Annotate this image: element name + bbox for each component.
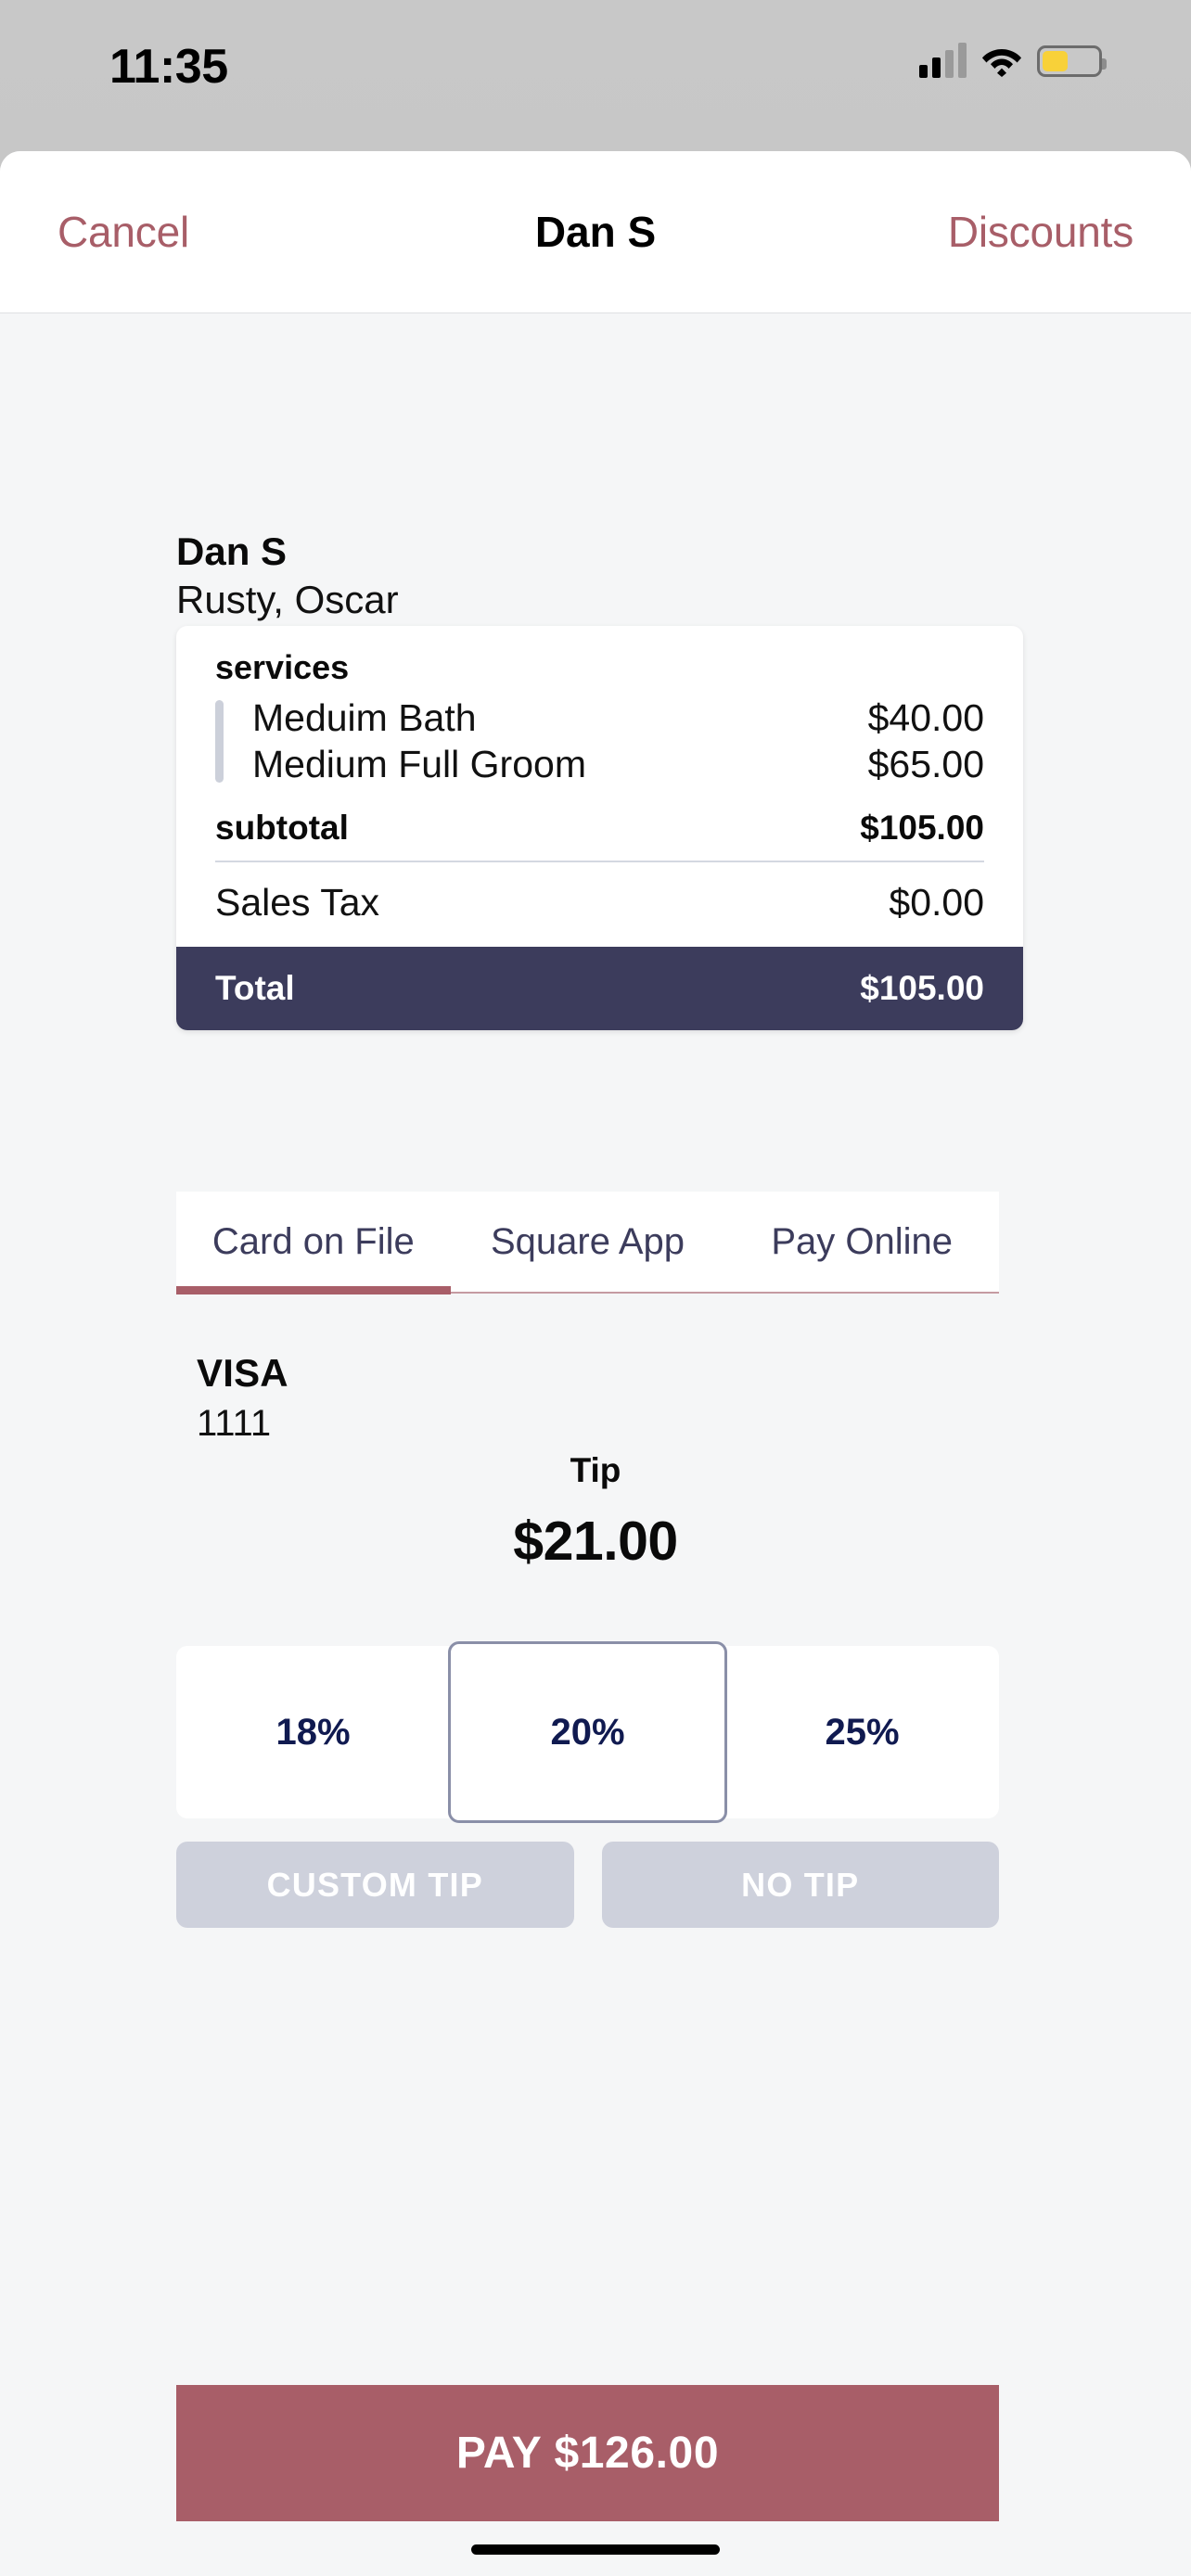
receipt-body: services Meduim Bath $40.00 Medium Full … (176, 626, 1023, 947)
service-name: Meduim Bath (252, 696, 477, 739)
tip-option-18[interactable]: 18% (176, 1646, 450, 1818)
tab-card-on-file[interactable]: Card on File (176, 1191, 451, 1294)
customer-pets: Rusty, Oscar (176, 578, 399, 621)
sales-tax-value: $0.00 (889, 880, 984, 924)
service-row: Meduim Bath $40.00 (252, 695, 984, 741)
phone-screen: 11:35 Cancel Dan S Discounts Dan S Rusty… (0, 0, 1191, 2576)
cellular-signal-icon (919, 43, 967, 78)
battery-low-power-icon (1037, 45, 1107, 77)
tip-percent-options: 18% 20% 25% (176, 1641, 999, 1823)
tip-option-25[interactable]: 25% (725, 1646, 999, 1818)
discounts-button[interactable]: Discounts (948, 207, 1133, 257)
service-price: $65.00 (867, 743, 984, 786)
tip-amount: $21.00 (513, 1511, 678, 1572)
subtotal-row: subtotal $105.00 (215, 794, 984, 862)
status-bar: 11:35 (0, 0, 1191, 148)
home-indicator[interactable] (471, 2544, 720, 2555)
subtotal-value: $105.00 (860, 808, 984, 847)
service-list: Meduim Bath $40.00 Medium Full Groom $65… (215, 695, 984, 788)
total-label: Total (215, 968, 295, 1007)
pay-button[interactable]: PAY $126.00 (176, 2385, 999, 2521)
subtotal-label: subtotal (215, 808, 349, 847)
custom-tip-button[interactable]: CUSTOM TIP (176, 1842, 574, 1928)
tip-label: Tip (570, 1451, 621, 1489)
navigation-bar: Cancel Dan S Discounts (0, 151, 1191, 313)
service-row: Medium Full Groom $65.00 (252, 741, 984, 787)
total-value: $105.00 (860, 968, 984, 1007)
no-tip-button[interactable]: NO TIP (601, 1842, 999, 1928)
customer-name: Dan S (176, 529, 288, 573)
status-bar-time: 11:35 (109, 40, 228, 94)
tip-option-20[interactable]: 20% (448, 1641, 727, 1823)
payment-method-tabs: Card on File Square App Pay Online (176, 1192, 999, 1294)
total-row: Total $105.00 (176, 946, 1023, 1030)
service-price: $40.00 (867, 696, 984, 739)
tip-action-buttons: CUSTOM TIP NO TIP (176, 1842, 999, 1928)
wifi-icon (981, 45, 1022, 77)
service-name: Medium Full Groom (252, 743, 586, 786)
card-brand-label: VISA (197, 1351, 288, 1395)
sales-tax-label: Sales Tax (215, 880, 380, 924)
sales-tax-row: Sales Tax $0.00 (215, 862, 984, 947)
tab-square-app[interactable]: Square App (451, 1191, 725, 1293)
receipt-card: services Meduim Bath $40.00 Medium Full … (176, 626, 1023, 1030)
checkout-sheet: Cancel Dan S Discounts Dan S Rusty, Osca… (0, 151, 1191, 2576)
services-header: services (215, 648, 350, 686)
card-last4-label: 1111 (197, 1403, 272, 1444)
status-bar-indicators (919, 43, 1107, 78)
tab-pay-online[interactable]: Pay Online (724, 1191, 999, 1293)
